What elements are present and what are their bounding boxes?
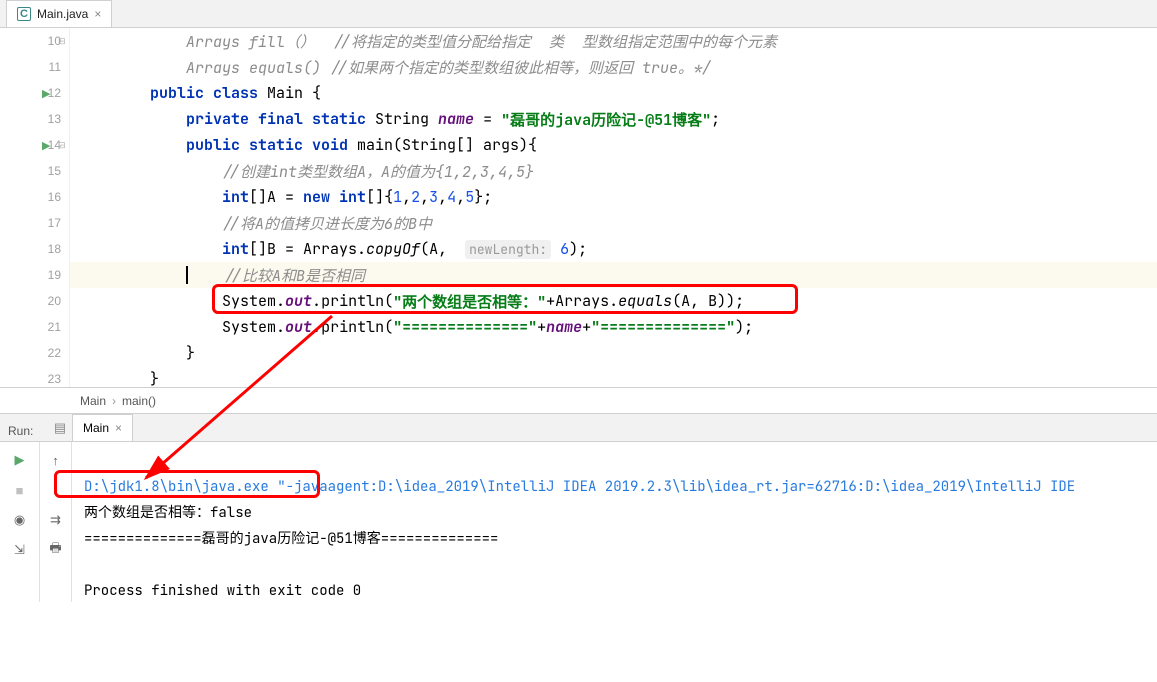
console-line: Process finished with exit code 0	[84, 582, 361, 600]
line-gutter: 10⊟ 11 12▶ 13 14▶⊟ 15 16 17 18 19 20 21 …	[0, 28, 70, 387]
console-line: 两个数组是否相等：false	[84, 504, 252, 522]
run-gutter-icon[interactable]: ▶	[42, 87, 50, 100]
fold-icon[interactable]: ⊟	[58, 36, 66, 47]
code-line[interactable]: }	[70, 340, 1157, 366]
run-gutter-icon[interactable]: ▶	[42, 139, 50, 152]
java-file-icon: C	[17, 7, 31, 21]
code-line[interactable]: Arrays fill（） //将指定的类型值分配给指定 类 型数组指定范围中的…	[70, 28, 1157, 54]
line-number: 16	[0, 184, 69, 210]
exit-icon[interactable]: ⇲	[10, 540, 30, 560]
code-line[interactable]: }	[70, 366, 1157, 392]
run-toolbar-left: ▶ ■ ◉ ⇲	[0, 442, 40, 602]
line-number: 21	[0, 314, 69, 340]
code-line[interactable]: int[]A = new int[]{1,2,3,4,5};	[70, 184, 1157, 210]
editor-tab-main[interactable]: C Main.java ×	[6, 0, 112, 27]
line-number: 20	[0, 288, 69, 314]
run-tab-name: Main	[83, 421, 109, 435]
console-output[interactable]: D:\jdk1.8\bin\java.exe "-javaagent:D:\id…	[72, 442, 1157, 602]
code-line[interactable]: //将A的值拷贝进长度为6的B中	[70, 210, 1157, 236]
code-editor[interactable]: 10⊟ 11 12▶ 13 14▶⊟ 15 16 17 18 19 20 21 …	[0, 28, 1157, 388]
code-line[interactable]: System.out.println("=============="+name…	[70, 314, 1157, 340]
line-number: 15	[0, 158, 69, 184]
fold-icon[interactable]: ⊟	[58, 140, 66, 151]
close-icon[interactable]: ×	[94, 7, 101, 21]
chevron-right-icon: ›	[112, 394, 116, 408]
camera-icon[interactable]: ◉	[10, 510, 30, 530]
code-line[interactable]: Arrays equals() //如果两个指定的类型数组彼此相等，则返回 tr…	[70, 54, 1157, 80]
run-panel: ▶ ■ ◉ ⇲ ↑ ↓ ⇉ 🖶 D:\jdk1.8\bin\java.exe "…	[0, 442, 1157, 602]
code-line[interactable]: private final static String name = "磊哥的j…	[70, 106, 1157, 132]
line-number: 23	[0, 366, 69, 392]
line-number: 18	[0, 236, 69, 262]
soft-wrap-icon[interactable]: ⇉	[46, 510, 66, 530]
code-line-current[interactable]: //比较A和B是否相同	[70, 262, 1157, 288]
code-line[interactable]: System.out.println("两个数组是否相等："+Arrays.eq…	[70, 288, 1157, 314]
line-number: 22	[0, 340, 69, 366]
run-toolbar-inner: ↑ ↓ ⇉ 🖶	[40, 442, 72, 602]
run-tab[interactable]: Main ×	[72, 414, 133, 441]
up-icon[interactable]: ↑	[46, 450, 66, 470]
stop-icon[interactable]: ■	[10, 480, 30, 500]
code-line[interactable]: public class Main {	[70, 80, 1157, 106]
line-number: 11	[0, 54, 69, 80]
breadcrumb-item[interactable]: main()	[122, 394, 156, 408]
tab-filename: Main.java	[37, 7, 88, 21]
line-number: 19	[0, 262, 69, 288]
rerun-icon[interactable]: ▶	[10, 450, 30, 470]
code-line[interactable]: //创建int类型数组A，A的值为{1,2,3,4,5}	[70, 158, 1157, 184]
run-config-icon[interactable]: ▤	[48, 420, 72, 436]
print-icon[interactable]: 🖶	[46, 540, 66, 560]
line-number: 14▶⊟	[0, 132, 69, 158]
code-area[interactable]: Arrays fill（） //将指定的类型值分配给指定 类 型数组指定范围中的…	[70, 28, 1157, 387]
line-number: 13	[0, 106, 69, 132]
run-panel-label: Run:	[0, 418, 48, 438]
editor-tab-bar: C Main.java ×	[0, 0, 1157, 28]
line-number: 17	[0, 210, 69, 236]
line-number: 12▶	[0, 80, 69, 106]
close-icon[interactable]: ×	[115, 421, 122, 435]
code-line[interactable]: public static void main(String[] args){	[70, 132, 1157, 158]
console-command: D:\jdk1.8\bin\java.exe "-javaagent:D:\id…	[84, 478, 1075, 496]
code-line[interactable]: int[]B = Arrays.copyOf(A, newLength: 6);	[70, 236, 1157, 262]
breadcrumb-item[interactable]: Main	[80, 394, 106, 408]
line-number: 10⊟	[0, 28, 69, 54]
console-line: ==============磊哥的java历险记-@51博客==========…	[84, 530, 498, 548]
down-icon[interactable]: ↓	[46, 480, 66, 500]
